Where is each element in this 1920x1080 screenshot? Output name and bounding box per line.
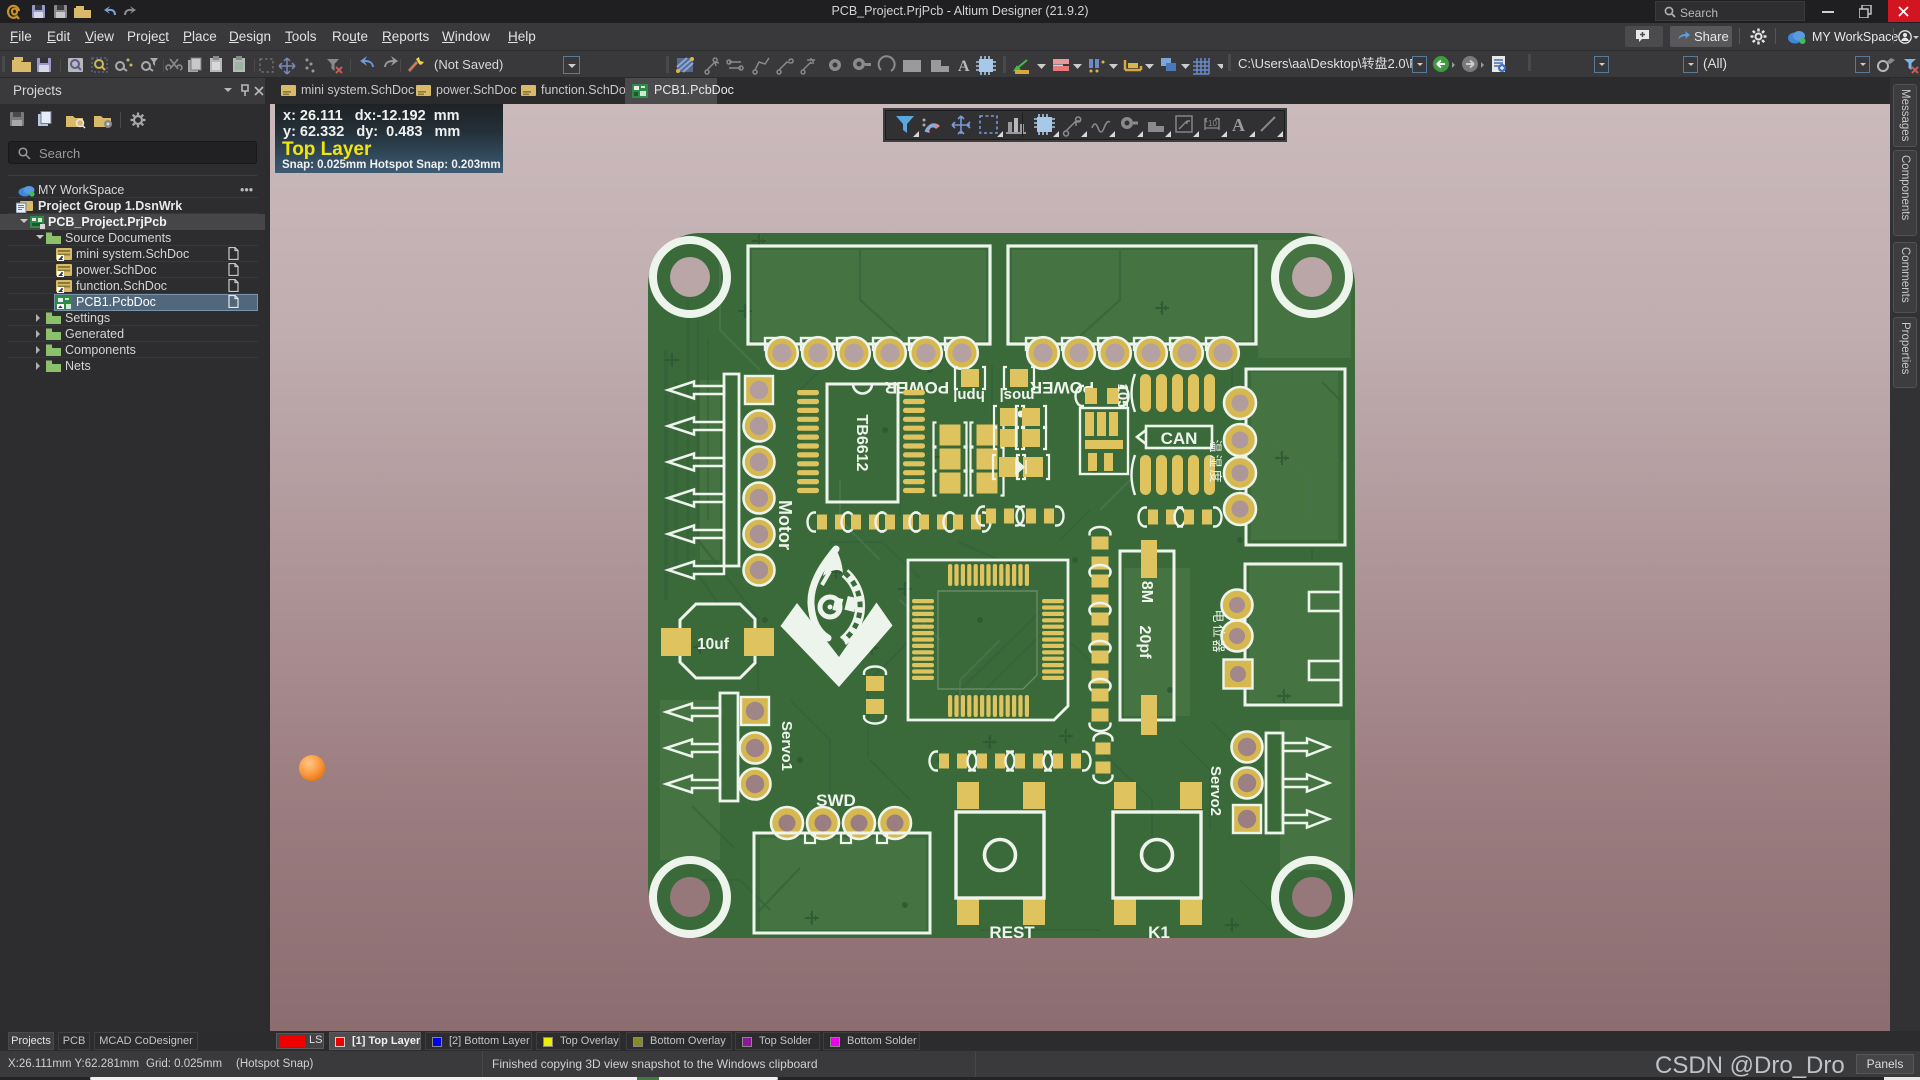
svg-text:CAN: CAN — [1161, 429, 1198, 448]
svg-text:POWER: POWER — [1030, 378, 1094, 397]
svg-text:A: A — [1232, 115, 1245, 135]
svg-text:10uf: 10uf — [697, 636, 730, 653]
svg-text:电位器: 电位器 — [1211, 609, 1226, 654]
svg-text:TB6612: TB6612 — [853, 415, 870, 472]
svg-text:105: 105 — [1114, 383, 1131, 408]
svg-text:A: A — [958, 58, 970, 75]
svg-text:20pf: 20pf — [1136, 626, 1153, 660]
svg-text:Servo2: Servo2 — [1207, 766, 1224, 816]
svg-text:K1: K1 — [1148, 923, 1170, 942]
svg-text:8M: 8M — [1138, 581, 1155, 603]
svg-text:温湿度: 温湿度 — [1208, 439, 1223, 484]
svg-text:10: 10 — [1208, 119, 1217, 128]
svg-text:Motor: Motor — [775, 500, 795, 550]
svg-text:REST: REST — [989, 923, 1035, 942]
svg-text:Servo1: Servo1 — [778, 721, 795, 771]
